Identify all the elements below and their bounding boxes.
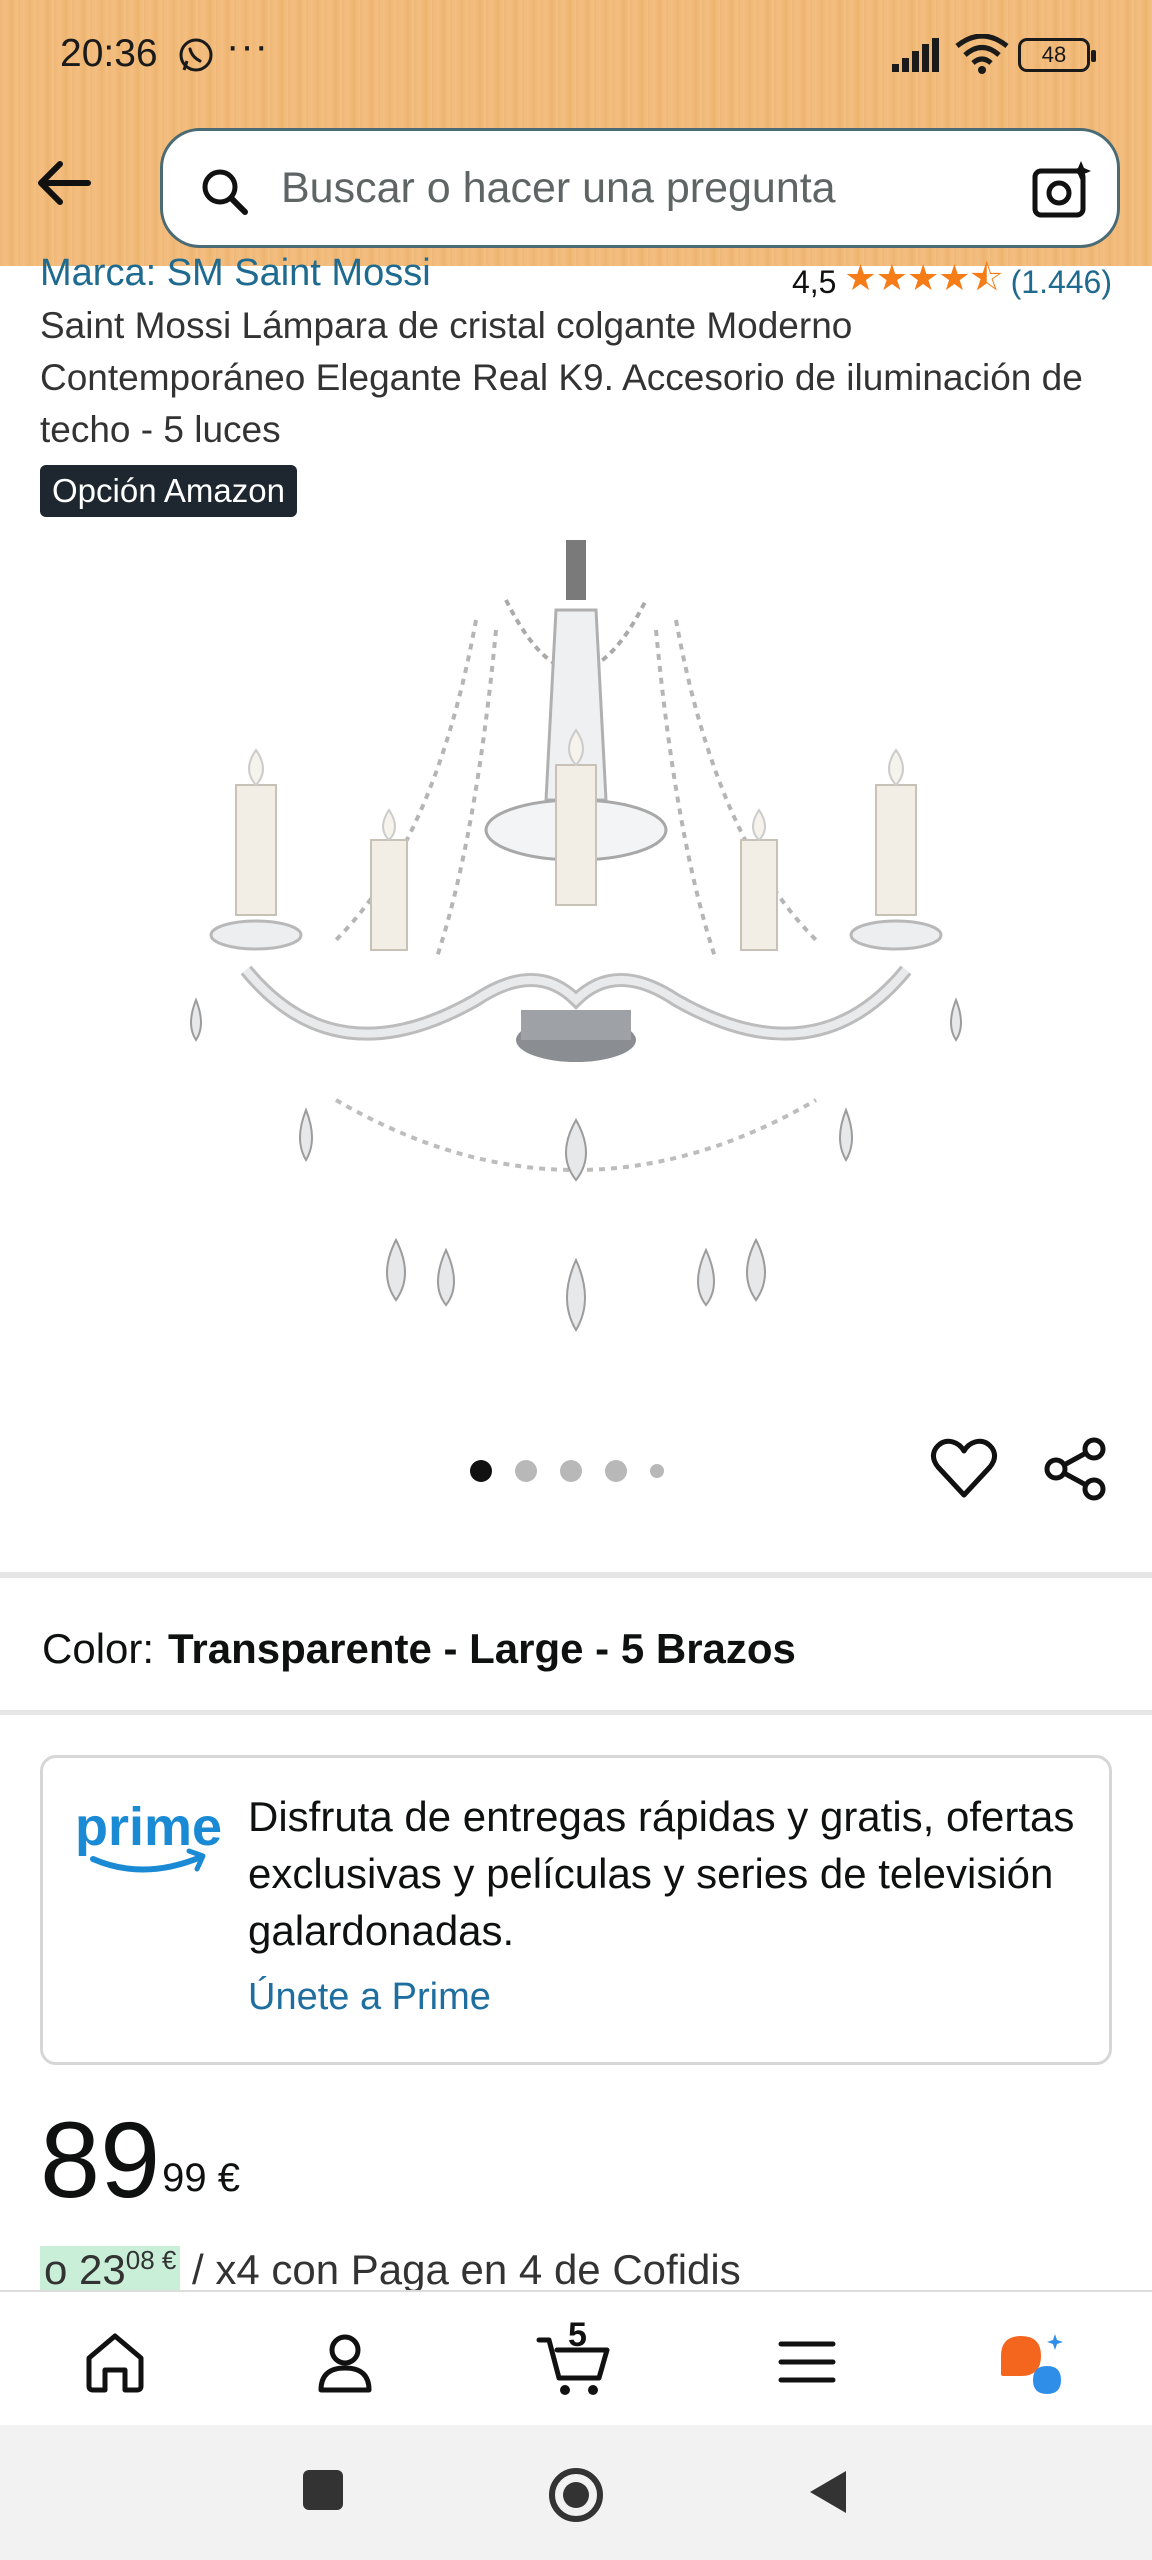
prime-logo-icon: prime (75, 1797, 222, 1873)
home-icon[interactable] (75, 2322, 155, 2402)
amazon-choice-badge: Opción Amazon (40, 465, 297, 517)
whatsapp-icon (179, 38, 213, 72)
image-carousel-indicator (470, 1460, 664, 1482)
color-value: Transparente - Large - 5 Brazos (168, 1625, 796, 1672)
menu-icon[interactable] (767, 2322, 847, 2402)
carousel-dot[interactable] (650, 1464, 664, 1478)
status-bar: 20:36 ··· 48 (0, 0, 1152, 115)
carousel-dot[interactable] (470, 1460, 492, 1482)
back-system-icon[interactable] (806, 2467, 850, 2517)
installment-fraction: 08 € (125, 2245, 177, 2275)
product-price: 8999 € (40, 2100, 240, 2220)
wishlist-heart-icon[interactable] (930, 1435, 998, 1503)
system-navigation-bar (0, 2425, 1152, 2560)
installment-amount: o 23 (44, 2246, 126, 2293)
app-header: 20:36 ··· 48 Buscar o hacer una pregunta (0, 0, 1152, 266)
product-image[interactable] (176, 540, 976, 1370)
installment-text: / x4 con Paga en 4 de Cofidis (180, 2246, 741, 2293)
rufus-assistant-icon[interactable] (995, 2322, 1075, 2402)
cart-button[interactable]: 5 (535, 2316, 615, 2402)
battery-indicator: 48 (1018, 38, 1096, 72)
carousel-dot[interactable] (560, 1460, 582, 1482)
carousel-dot[interactable] (605, 1460, 627, 1482)
bottom-navigation: 5 (0, 2290, 1152, 2427)
home-system-icon[interactable] (548, 2467, 604, 2523)
installment-price: o 2308 € (40, 2245, 181, 2293)
wifi-icon (955, 34, 1009, 74)
rating-value: 4,5 (791, 264, 837, 300)
search-placeholder: Buscar o hacer una pregunta (281, 164, 836, 212)
price-fraction: 99 € (162, 2156, 240, 2200)
account-icon[interactable] (305, 2322, 385, 2402)
product-title: Saint Mossi Lámpara de cristal colgante … (40, 305, 1083, 450)
more-notifications-icon: ··· (226, 24, 269, 68)
brand-link[interactable]: Marca: SM Saint Mossi (40, 252, 431, 295)
color-selector[interactable]: Color: Transparente - Large - 5 Brazos (42, 1625, 796, 1673)
installment-offer: o 2308 € / x4 con Paga en 4 de Cofidis (40, 2245, 741, 2295)
price-whole: 89 (40, 2099, 161, 2220)
search-input[interactable]: Buscar o hacer una pregunta (160, 128, 1120, 248)
rating-count[interactable]: (1.446) (1011, 264, 1112, 301)
back-arrow-icon[interactable] (30, 148, 100, 218)
cart-count: 5 (568, 2316, 587, 2354)
camera-search-icon[interactable] (1031, 159, 1093, 221)
prime-description: Disfruta de entregas rápidas y gratis, o… (248, 1793, 1075, 1954)
section-divider (0, 1710, 1152, 1715)
share-icon[interactable] (1042, 1435, 1110, 1503)
color-label: Color: (42, 1625, 155, 1672)
prime-promo-card: prime Disfruta de entregas rápidas y gra… (40, 1755, 1112, 2065)
carousel-dot[interactable] (515, 1460, 537, 1482)
section-divider (0, 1572, 1152, 1578)
search-icon (202, 169, 248, 215)
signal-icon (892, 38, 939, 72)
join-prime-link[interactable]: Únete a Prime (248, 1976, 491, 2019)
prime-logo-text: prime (75, 1797, 222, 1857)
status-time: 20:36 (60, 32, 158, 75)
recent-apps-icon[interactable] (300, 2467, 346, 2513)
